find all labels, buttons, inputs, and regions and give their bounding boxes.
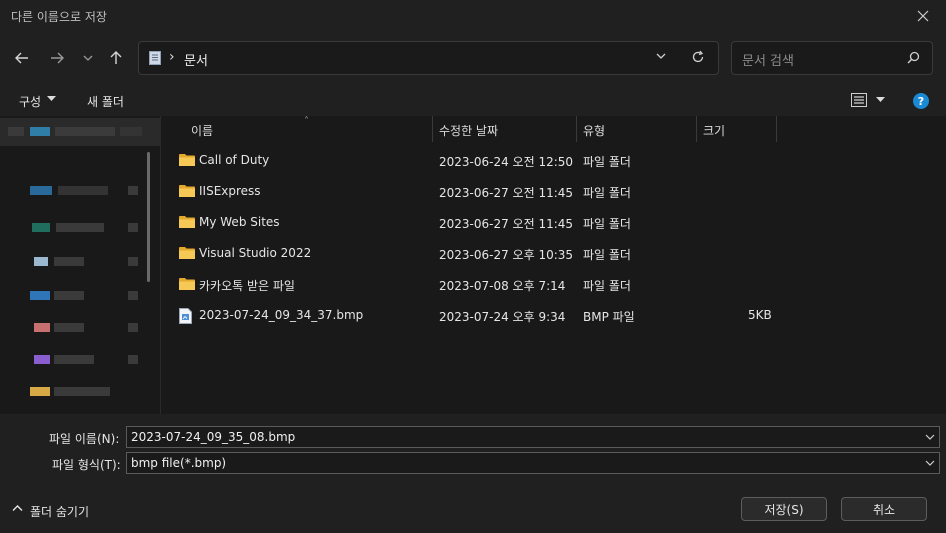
folder-icon — [179, 154, 195, 166]
window-title: 다른 이름으로 저장 — [11, 10, 107, 24]
chevron-down-icon[interactable] — [925, 458, 935, 468]
chevron-down-icon — [83, 55, 93, 61]
organize-button[interactable]: 구성 — [19, 93, 41, 110]
file-list: ˄ 이름 수정한 날짜 유형 크기 Call of Duty 2023-06-2… — [161, 116, 946, 414]
column-header-type[interactable]: 유형 — [583, 116, 605, 142]
document-icon — [149, 51, 161, 65]
column-header-size[interactable]: 크기 — [703, 116, 725, 142]
column-divider[interactable] — [776, 116, 777, 142]
nav-pane-item[interactable] — [0, 248, 160, 276]
breadcrumb-documents[interactable]: 문서 — [184, 50, 208, 69]
file-name: Call of Duty — [199, 153, 270, 167]
arrow-left-icon — [15, 52, 28, 64]
column-divider[interactable] — [576, 116, 577, 142]
refresh-button[interactable] — [691, 50, 705, 67]
save-form: 파일 이름(N): 2023-07-24_09_35_08.bmp 파일 형식(… — [0, 414, 946, 533]
column-divider[interactable] — [432, 116, 433, 142]
hide-folders-button[interactable]: 폴더 숨기기 — [30, 503, 89, 520]
search-box[interactable]: 문서 검색 — [731, 41, 933, 75]
table-row[interactable]: Visual Studio 2022 2023-06-27 오후 10:35 파… — [161, 238, 946, 269]
caret-down-icon[interactable] — [876, 97, 885, 103]
new-folder-button[interactable]: 새 폴더 — [87, 93, 124, 110]
file-date: 2023-07-08 오후 7:14 — [439, 279, 566, 293]
file-date: 2023-06-27 오전 11:45 — [439, 217, 574, 231]
file-date: 2023-07-24 오후 9:34 — [439, 310, 566, 324]
nav-pane-item[interactable] — [0, 346, 160, 374]
table-row[interactable]: Call of Duty 2023-06-24 오전 12:50 파일 폴더 — [161, 145, 946, 176]
filename-combobox[interactable]: 2023-07-24_09_35_08.bmp — [126, 426, 940, 448]
folder-icon — [179, 216, 195, 228]
navigation-pane — [0, 116, 160, 414]
refresh-icon — [692, 50, 704, 63]
navigation-bar: › 문서 문서 검색 — [0, 32, 946, 84]
save-button[interactable]: 저장(S) — [741, 497, 827, 521]
nav-pane-item[interactable] — [0, 314, 160, 342]
nav-pane-item[interactable] — [0, 118, 160, 146]
file-name: My Web Sites — [199, 215, 280, 229]
file-date: 2023-06-24 오전 12:50 — [439, 155, 574, 169]
view-options-icon[interactable] — [851, 93, 867, 107]
nav-pane-item[interactable] — [0, 378, 160, 406]
filetype-select[interactable]: bmp file(*.bmp) — [126, 452, 940, 474]
filetype-label: 파일 형식(T): — [52, 458, 121, 472]
search-input[interactable]: 문서 검색 — [742, 50, 794, 69]
address-history-dropdown[interactable] — [655, 50, 667, 65]
caret-down-icon — [47, 96, 56, 101]
table-row[interactable]: IISExpress 2023-06-27 오전 11:45 파일 폴더 — [161, 176, 946, 207]
breadcrumb-separator: › — [169, 49, 175, 65]
folder-icon — [179, 278, 195, 290]
chevron-up-icon[interactable] — [12, 503, 23, 514]
search-icon — [907, 51, 920, 64]
file-name: 2023-07-24_09_34_37.bmp — [199, 308, 364, 322]
file-name: IISExpress — [199, 184, 261, 198]
sort-ascending-icon: ˄ — [304, 116, 309, 127]
nav-pane-item[interactable] — [0, 177, 160, 205]
arrow-up-icon — [110, 51, 122, 64]
file-name: 카카오톡 받은 파일 — [199, 279, 295, 293]
navigation-pane-scrollbar[interactable] — [147, 152, 150, 282]
filetype-value: bmp file(*.bmp) — [131, 456, 227, 470]
folder-icon — [179, 185, 195, 197]
table-row[interactable]: My Web Sites 2023-06-27 오전 11:45 파일 폴더 — [161, 207, 946, 238]
nav-pane-item[interactable] — [0, 282, 160, 310]
chevron-down-icon[interactable] — [925, 432, 935, 442]
recent-locations-button[interactable] — [76, 46, 100, 70]
filename-input[interactable]: 2023-07-24_09_35_08.bmp — [131, 430, 295, 444]
file-name: Visual Studio 2022 — [199, 246, 312, 260]
arrow-right-icon — [51, 52, 64, 64]
nav-pane-item[interactable] — [0, 214, 160, 242]
file-type: 파일 폴더 — [583, 217, 631, 231]
column-header-date[interactable]: 수정한 날짜 — [439, 116, 498, 142]
table-row[interactable]: 카카오톡 받은 파일 2023-07-08 오후 7:14 파일 폴더 — [161, 269, 946, 300]
file-date: 2023-06-27 오전 11:45 — [439, 186, 574, 200]
back-button[interactable] — [10, 46, 34, 70]
close-button[interactable] — [900, 0, 946, 32]
bmp-file-icon — [179, 308, 192, 324]
title-bar: 다른 이름으로 저장 — [0, 0, 946, 32]
file-type: BMP 파일 — [583, 310, 635, 324]
address-bar[interactable]: › 문서 — [138, 41, 719, 75]
column-header-name[interactable]: 이름 — [191, 116, 213, 142]
column-divider[interactable] — [696, 116, 697, 142]
table-row[interactable]: 2023-07-24_09_34_37.bmp 2023-07-24 오후 9:… — [161, 300, 946, 331]
help-button[interactable]: ? — [913, 93, 929, 109]
file-date: 2023-06-27 오후 10:35 — [439, 248, 574, 262]
file-size: 5KB — [748, 308, 772, 322]
forward-button[interactable] — [45, 46, 69, 70]
file-type: 파일 폴더 — [583, 186, 631, 200]
filename-label: 파일 이름(N): — [49, 432, 120, 446]
chevron-down-icon — [656, 53, 666, 59]
file-type: 파일 폴더 — [583, 248, 631, 262]
file-type: 파일 폴더 — [583, 279, 631, 293]
file-type: 파일 폴더 — [583, 155, 631, 169]
folder-icon — [179, 247, 195, 259]
command-bar: 구성 새 폴더 ? — [0, 84, 946, 116]
close-icon — [917, 10, 929, 22]
up-button[interactable] — [104, 46, 128, 70]
cancel-button[interactable]: 취소 — [841, 497, 927, 521]
